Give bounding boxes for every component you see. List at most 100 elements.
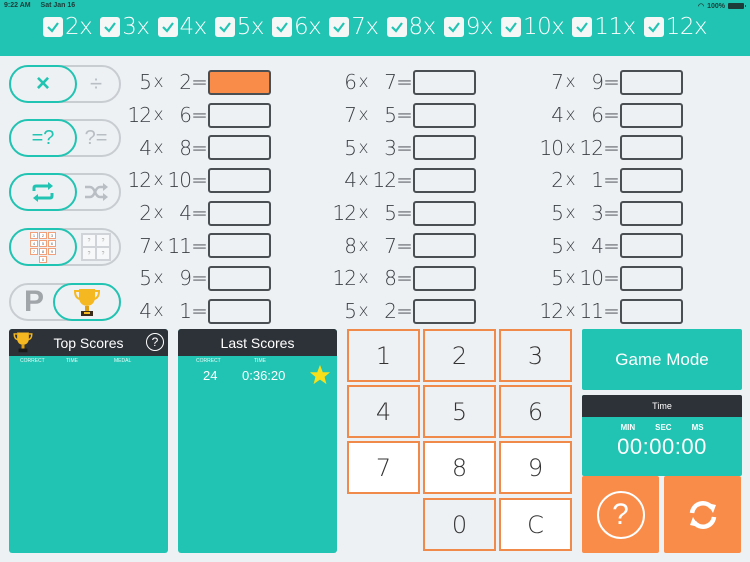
factor-a: 5 xyxy=(344,135,357,160)
table-label: 8x xyxy=(408,14,437,40)
checkbox-icon[interactable] xyxy=(157,17,178,37)
answer-box[interactable] xyxy=(620,298,683,324)
checkbox-icon[interactable] xyxy=(272,17,292,37)
battery-percent: 100% xyxy=(707,2,725,10)
checkbox-icon[interactable] xyxy=(443,17,464,37)
problem-expression: 5 x 4 = xyxy=(537,233,620,258)
key-9[interactable]: 9 xyxy=(499,441,572,494)
equals-sign: = xyxy=(603,168,620,193)
problem-expression: 12 x 10 = xyxy=(125,168,208,192)
answer-box[interactable] xyxy=(413,233,476,259)
practice-game-toggle[interactable]: P xyxy=(9,283,121,321)
key-6[interactable]: 6 xyxy=(499,385,572,438)
key-2[interactable]: 2 xyxy=(423,329,496,382)
mini-key: 4 xyxy=(30,239,38,247)
clear-key[interactable]: C xyxy=(499,498,572,551)
answer-box[interactable] xyxy=(208,298,271,324)
answer-box[interactable] xyxy=(620,265,683,291)
answer-box[interactable] xyxy=(413,200,476,226)
divide-icon: ÷ xyxy=(89,71,103,96)
table-toggle-2x[interactable]: 2x xyxy=(43,14,93,40)
operation-toggle[interactable]: × ÷ xyxy=(9,65,121,103)
answer-box[interactable] xyxy=(620,135,683,161)
answer-box[interactable] xyxy=(620,69,683,95)
answer-box[interactable] xyxy=(208,69,271,95)
shuffle-option[interactable] xyxy=(75,175,117,209)
column-time: TIME xyxy=(254,358,266,364)
timer-title: Time xyxy=(582,395,742,417)
checkbox-icon[interactable] xyxy=(643,17,664,37)
table-toggle-11x[interactable]: 11x xyxy=(572,14,636,40)
status-date: Sat Jan 16 xyxy=(40,2,76,9)
answer-box[interactable] xyxy=(413,135,476,161)
answer-blank-option[interactable]: =? xyxy=(9,119,77,157)
answer-box[interactable] xyxy=(208,167,271,193)
sequential-option[interactable] xyxy=(9,173,77,211)
times-sign: x xyxy=(565,301,575,322)
factor-a: 5 xyxy=(551,233,564,258)
equals-sign: = xyxy=(396,135,413,160)
answer-box[interactable] xyxy=(620,102,683,128)
answer-box[interactable] xyxy=(620,200,683,226)
checkbox-icon[interactable] xyxy=(329,17,350,37)
factor-a: 4 xyxy=(139,135,152,160)
answer-box[interactable] xyxy=(620,233,683,259)
practice-option[interactable]: P xyxy=(13,285,55,319)
table-toggle-9x[interactable]: 9x xyxy=(443,14,494,40)
key-3[interactable]: 3 xyxy=(499,329,572,382)
answer-box[interactable] xyxy=(620,167,683,193)
factor-blank-option[interactable]: ?= xyxy=(75,121,117,155)
checkbox-icon[interactable] xyxy=(214,17,235,37)
key-1[interactable]: 1 xyxy=(347,329,420,382)
repeat-icon xyxy=(32,182,54,202)
table-toggle-3x[interactable]: 3x xyxy=(100,14,150,40)
table-toggle-12x[interactable]: 12x xyxy=(643,14,708,40)
key-8[interactable]: 8 xyxy=(423,441,496,494)
problem-row: 4 x 1 = xyxy=(125,295,271,328)
problem-expression: 5 x 2 = xyxy=(125,70,208,94)
checkbox-icon[interactable] xyxy=(572,17,593,37)
help-icon[interactable]: ? xyxy=(146,333,164,351)
table-toggle-5x[interactable]: 5x xyxy=(214,14,265,40)
keypad-option[interactable]: 123 456 7890 xyxy=(9,228,77,266)
problem-row: 5 x 10 = xyxy=(537,262,683,295)
input-style-toggle[interactable]: 123 456 7890 ???? xyxy=(9,228,121,266)
answer-box[interactable] xyxy=(413,265,476,291)
factor-b: 4 xyxy=(179,201,192,226)
key-7[interactable]: 7 xyxy=(347,441,420,494)
column-medal: MEDAL xyxy=(114,358,132,364)
order-toggle[interactable] xyxy=(9,173,121,211)
answer-box[interactable] xyxy=(208,102,271,128)
answer-box[interactable] xyxy=(413,69,476,95)
problem-row: 5 x 3 = xyxy=(537,197,683,230)
help-button[interactable]: ? xyxy=(582,476,659,553)
checkbox-icon[interactable] xyxy=(501,17,521,37)
answer-box[interactable] xyxy=(413,298,476,324)
answer-box[interactable] xyxy=(208,135,271,161)
answer-box[interactable] xyxy=(413,102,476,128)
checkbox-icon[interactable] xyxy=(43,17,63,37)
divide-option[interactable]: ÷ xyxy=(75,67,117,101)
key-4[interactable]: 4 xyxy=(347,385,420,438)
table-toggle-6x[interactable]: 6x xyxy=(272,14,322,40)
answer-box[interactable] xyxy=(208,233,271,259)
question-type-toggle[interactable]: =? ?= xyxy=(9,119,121,157)
answer-box[interactable] xyxy=(208,265,271,291)
table-toggle-10x[interactable]: 10x xyxy=(501,14,565,40)
answer-box[interactable] xyxy=(208,200,271,226)
answer-box[interactable] xyxy=(413,167,476,193)
key-5[interactable]: 5 xyxy=(423,385,496,438)
times-sign: x xyxy=(153,268,163,289)
table-toggle-4x[interactable]: 4x xyxy=(157,14,207,40)
trophy-option[interactable] xyxy=(53,283,121,321)
multiply-option[interactable]: × xyxy=(9,65,77,103)
reset-button[interactable] xyxy=(664,476,741,553)
key-0[interactable]: 0 xyxy=(423,498,496,551)
game-mode-button[interactable]: Game Mode xyxy=(582,329,742,390)
column-correct: CORRECT xyxy=(20,358,45,364)
table-toggle-8x[interactable]: 8x xyxy=(386,14,437,40)
checkbox-icon[interactable] xyxy=(386,17,407,37)
multiple-choice-option[interactable]: ???? xyxy=(75,230,117,264)
checkbox-icon[interactable] xyxy=(100,17,121,37)
table-toggle-7x[interactable]: 7x xyxy=(329,14,379,40)
